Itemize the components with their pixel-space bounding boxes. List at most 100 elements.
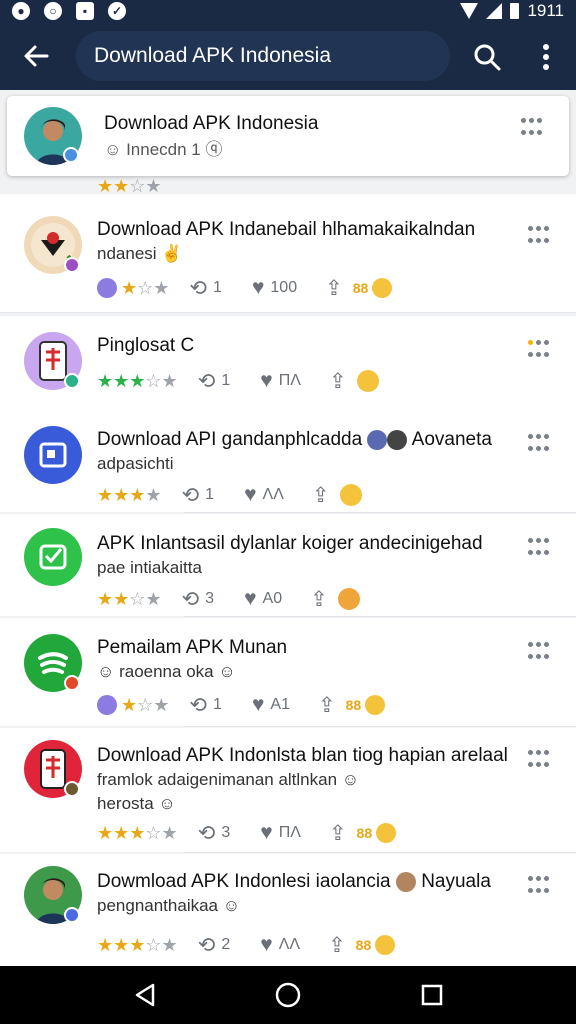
signal-icon	[486, 3, 503, 19]
avatar	[24, 528, 82, 586]
wifi-icon	[460, 3, 479, 19]
item-more-button[interactable]	[528, 642, 550, 662]
image-icon: ▪	[76, 2, 94, 20]
item-more-button[interactable]	[528, 538, 550, 558]
rating-stars: ★★☆★	[97, 589, 162, 609]
list-item[interactable]: Pemailam APK Munan ☺ raoenna oka ☺ ★☆★ ⟲…	[0, 618, 576, 726]
list-item[interactable]: Download APK Indonesia ☺ Innecdn 1 ⓠ	[7, 96, 569, 176]
share-icon: ⇪	[328, 821, 347, 845]
item-meta: ★★★★ ⟲ 1 ♥ ΛΛ ⇪	[97, 482, 362, 508]
triangle-back-icon	[135, 983, 155, 1007]
item-meta: ★☆★ ⟲ 1 ♥ 100 ⇪ 88	[97, 275, 393, 301]
list-item[interactable]: Download API gandanphlcadda Aovaneta adp…	[0, 412, 576, 512]
nav-home-button[interactable]	[273, 980, 303, 1010]
heart-icon: ♥	[251, 693, 265, 716]
reaction-emoji	[97, 278, 117, 298]
item-more-button[interactable]	[528, 226, 550, 246]
item-subtitle: adpasichti	[97, 454, 174, 473]
share-icon: ⇪	[310, 587, 328, 611]
item-more-button[interactable]	[528, 750, 550, 770]
repost-button[interactable]: ⟲ 1	[198, 369, 231, 394]
search-box[interactable]	[76, 31, 450, 81]
rating-stars: ★★★☆★	[97, 371, 178, 391]
like-button[interactable]: ♥ ΠΛ	[260, 821, 301, 845]
back-button[interactable]	[16, 36, 56, 76]
list-item[interactable]: Download APK Indanebail hlhamakaikalndan…	[0, 194, 576, 312]
repost-icon: ⟲	[197, 369, 216, 393]
divider	[184, 616, 576, 617]
item-subtitle: ☺ raoenna oka ☺	[97, 662, 236, 681]
share-button[interactable]: ⇪	[318, 693, 342, 718]
repost-button[interactable]: ⟲ 3	[182, 587, 215, 612]
list-item[interactable]: Dowmload APK Indonlesi iaolancia Nayuala…	[0, 854, 576, 966]
share-icon: ⇪	[328, 369, 347, 393]
item-more-button[interactable]	[528, 434, 550, 454]
repost-button[interactable]: ⟲ 2	[198, 933, 231, 958]
search-button[interactable]	[466, 36, 508, 78]
laugh-emoji	[365, 695, 386, 715]
item-subtitle-line2: herosta ☺	[97, 794, 176, 813]
rating-stars: ★★★☆★	[97, 823, 178, 843]
list-item[interactable]: Download APK Indonlsta blan tiog hapian …	[0, 728, 576, 852]
item-more-button[interactable]	[528, 876, 550, 896]
overflow-menu-button[interactable]	[528, 36, 564, 78]
heart-icon: ♥	[260, 821, 273, 844]
app-bar	[0, 22, 576, 90]
avatar	[24, 426, 82, 484]
search-input[interactable]	[94, 31, 434, 81]
like-button[interactable]: ♥ ΛΛ	[244, 483, 284, 507]
item-meta: ★★☆★ ⟲ 3 ♥ A0 ⇪	[97, 586, 360, 612]
list-item[interactable]: Pinglosat C ★★★☆★ ⟲ 1 ♥ ΠΛ ⇪	[0, 316, 576, 412]
divider	[184, 852, 576, 853]
item-title: Pemailam APK Munan	[97, 637, 288, 658]
battery-icon	[510, 3, 520, 19]
nav-back-button[interactable]	[130, 980, 160, 1010]
item-title: Download APK Indanebail hlhamakaikalndan	[97, 219, 476, 240]
laugh-emoji	[375, 935, 396, 955]
item-title: APK Inlantsasil dylanlar koiger andecini…	[97, 533, 483, 554]
smile-emoji	[339, 484, 362, 506]
share-button[interactable]: ⇪	[312, 483, 336, 508]
share-button[interactable]: ⇪	[325, 276, 349, 301]
heart-icon: ♥	[251, 276, 265, 299]
list-item[interactable]: APK Inlantsasil dylanlar koiger andecini…	[0, 514, 576, 616]
divider	[184, 726, 576, 727]
repost-button[interactable]: ⟲ 3	[198, 821, 231, 846]
like-button[interactable]: ♥ ΛΛ	[260, 933, 300, 957]
item-subtitle: ☺ Innecdn 1 ⓠ	[104, 140, 223, 159]
like-button[interactable]: ♥ A1	[252, 693, 290, 717]
circle-home-icon	[275, 982, 301, 1008]
clock: 1911	[527, 1, 564, 20]
item-meta: ★★★☆★ ⟲ 2 ♥ ΛΛ ⇪ 88	[97, 932, 396, 958]
status-bar: ● ○ ▪ ✓ 1911	[0, 0, 576, 22]
verified-badge	[63, 147, 79, 163]
nav-recents-button[interactable]	[417, 980, 447, 1010]
smile-emoji	[337, 588, 360, 610]
like-button[interactable]: ♥ A0	[244, 587, 282, 611]
share-button[interactable]: ⇪	[329, 369, 353, 394]
notification-icon: ●	[12, 2, 30, 20]
user-avatar-icon	[395, 871, 416, 892]
repost-button[interactable]: ⟲ 1	[189, 276, 222, 301]
item-subtitle: framlok adaigenimanan altlnkan ☺	[97, 770, 360, 789]
share-button[interactable]: ⇪	[329, 821, 353, 846]
like-button[interactable]: ♥ ΠΛ	[260, 369, 301, 393]
repost-button[interactable]: ⟲ 1	[189, 693, 222, 718]
share-button[interactable]: ⇪	[328, 933, 352, 958]
share-button[interactable]: ⇪	[310, 587, 334, 612]
item-more-button[interactable]	[521, 118, 543, 138]
like-button[interactable]: ♥ 100	[252, 276, 297, 300]
rating-stars: ★★★☆★	[97, 935, 178, 955]
more-vertical-icon	[543, 44, 549, 70]
user-avatar-icon	[367, 429, 388, 450]
item-meta: ★☆★ ⟲ 1 ♥ A1 ⇪ 88	[97, 692, 386, 718]
reaction-emoji	[97, 695, 117, 715]
item-meta: ★★★☆★ ⟲ 3 ♥ ΠΛ ⇪ 88	[97, 820, 397, 846]
share-icon: ⇪	[311, 483, 330, 507]
rating-stars: ★☆★	[121, 278, 170, 298]
repost-button[interactable]: ⟲ 1	[182, 483, 215, 508]
item-more-button[interactable]	[528, 340, 550, 360]
arrow-back-icon	[24, 45, 49, 67]
search-icon	[474, 44, 501, 71]
rating-stars: ★★★★	[97, 485, 162, 505]
